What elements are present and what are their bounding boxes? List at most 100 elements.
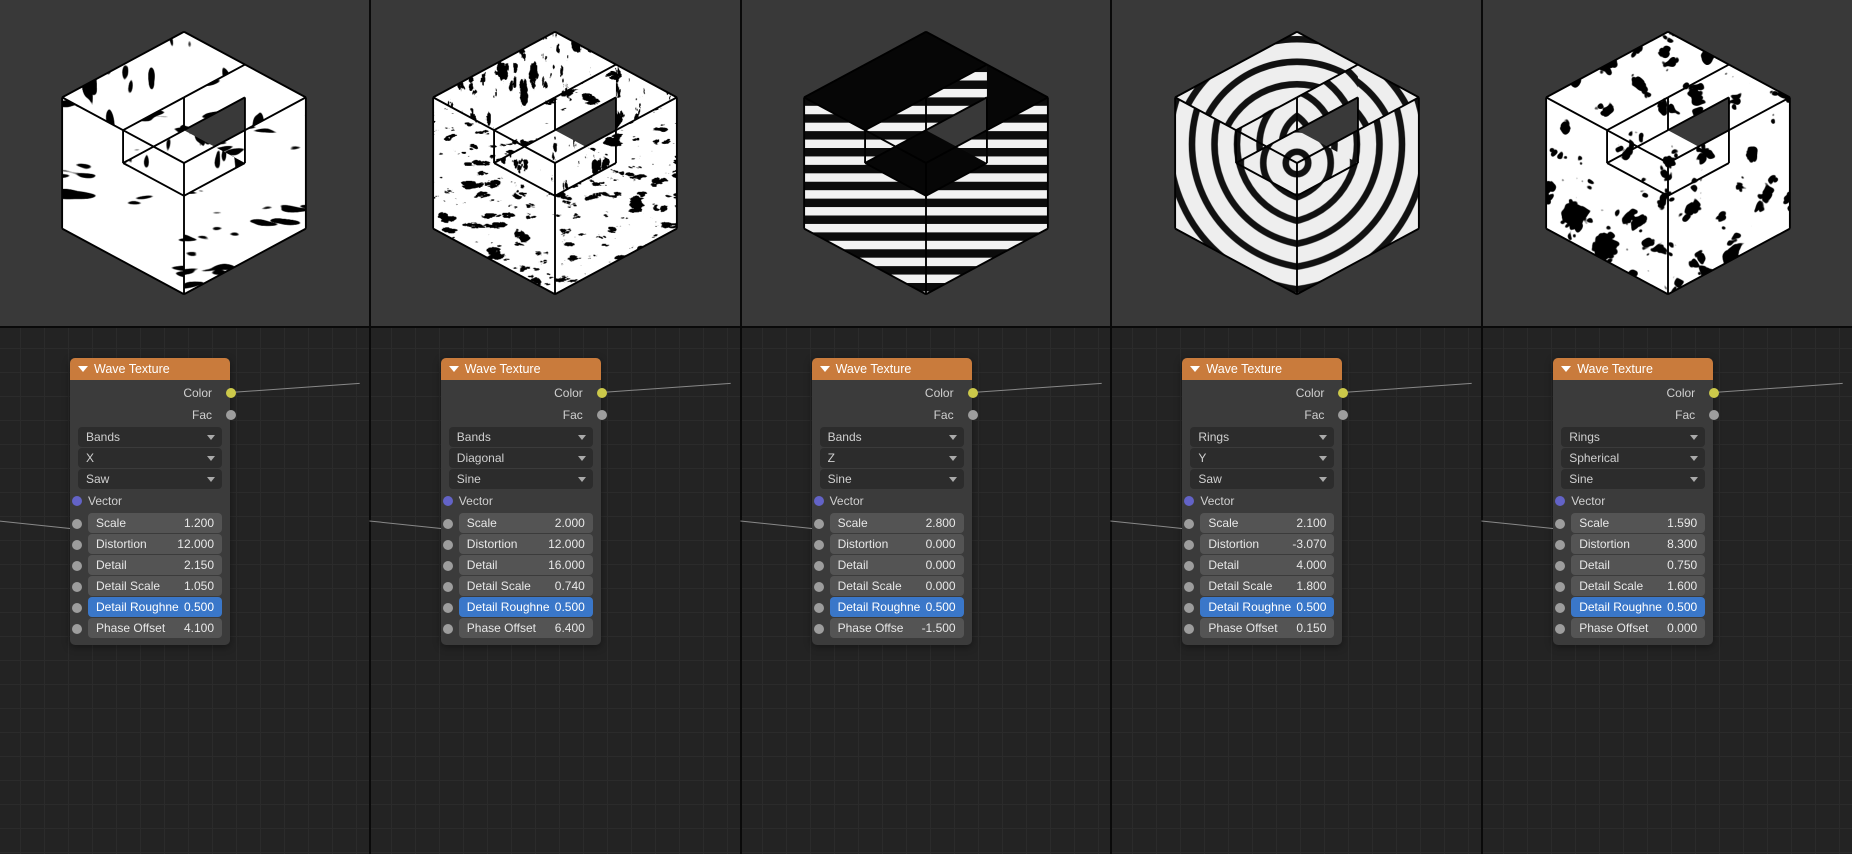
detail-roughness-field[interactable]: Detail Roughne 0.500	[88, 597, 222, 617]
detail-scale-field[interactable]: Detail Scale 0.740	[459, 576, 593, 596]
detail-field[interactable]: Detail 4.000	[1200, 555, 1334, 575]
phase-offset-field[interactable]: Phase Offset 0.150	[1200, 618, 1334, 638]
phase-offset-field[interactable]: Phase Offset 4.100	[88, 618, 222, 638]
output-fac[interactable]: Fac	[1553, 404, 1713, 426]
socket-detail-scale-icon[interactable]	[72, 582, 82, 592]
collapse-icon[interactable]	[1190, 366, 1200, 372]
socket-detail-icon[interactable]	[1184, 561, 1194, 571]
output-color[interactable]: Color	[1553, 382, 1713, 404]
vector-input[interactable]: Vector	[88, 490, 230, 512]
socket-fac-icon[interactable]	[968, 410, 978, 420]
socket-detail-scale-icon[interactable]	[1555, 582, 1565, 592]
node-editor[interactable]: Wave Texture Color Fac Bands Diagonal Si…	[371, 328, 740, 854]
socket-vector-icon[interactable]	[72, 496, 82, 506]
node-editor[interactable]: Wave Texture Color Fac Rings Spherical S…	[1483, 328, 1852, 854]
detail-field[interactable]: Detail 0.750	[1571, 555, 1705, 575]
node-header[interactable]: Wave Texture	[441, 358, 601, 380]
wave-type-select[interactable]: Rings	[1190, 427, 1334, 447]
wave-type-select[interactable]: Bands	[449, 427, 593, 447]
viewport-preview[interactable]	[371, 0, 740, 328]
output-fac[interactable]: Fac	[812, 404, 972, 426]
collapse-icon[interactable]	[820, 366, 830, 372]
wave-profile-select[interactable]: Saw	[78, 469, 222, 489]
wave-texture-node[interactable]: Wave Texture Color Fac Rings Y Saw V	[1182, 358, 1342, 645]
socket-color-icon[interactable]	[597, 388, 607, 398]
wave-direction-select[interactable]: Spherical	[1561, 448, 1705, 468]
detail-roughness-field[interactable]: Detail Roughne 0.500	[459, 597, 593, 617]
distortion-field[interactable]: Distortion 0.000	[830, 534, 964, 554]
socket-color-icon[interactable]	[968, 388, 978, 398]
detail-field[interactable]: Detail 2.150	[88, 555, 222, 575]
socket-phase-offset-icon[interactable]	[1555, 624, 1565, 634]
viewport-preview[interactable]	[742, 0, 1111, 328]
phase-offset-field[interactable]: Phase Offse -1.500	[830, 618, 964, 638]
node-editor[interactable]: Wave Texture Color Fac Bands Z Sine	[742, 328, 1111, 854]
distortion-field[interactable]: Distortion 8.300	[1571, 534, 1705, 554]
wave-type-select[interactable]: Rings	[1561, 427, 1705, 447]
wave-profile-select[interactable]: Sine	[449, 469, 593, 489]
socket-vector-icon[interactable]	[814, 496, 824, 506]
socket-vector-icon[interactable]	[443, 496, 453, 506]
collapse-icon[interactable]	[1561, 366, 1571, 372]
node-header[interactable]: Wave Texture	[812, 358, 972, 380]
socket-vector-icon[interactable]	[1555, 496, 1565, 506]
distortion-field[interactable]: Distortion 12.000	[459, 534, 593, 554]
collapse-icon[interactable]	[449, 366, 459, 372]
socket-phase-offset-icon[interactable]	[1184, 624, 1194, 634]
socket-scale-icon[interactable]	[72, 519, 82, 529]
wave-direction-select[interactable]: X	[78, 448, 222, 468]
wave-direction-select[interactable]: Z	[820, 448, 964, 468]
scale-field[interactable]: Scale 1.590	[1571, 513, 1705, 533]
socket-detail-icon[interactable]	[443, 561, 453, 571]
detail-roughness-field[interactable]: Detail Roughne 0.500	[1571, 597, 1705, 617]
vector-input[interactable]: Vector	[1571, 490, 1713, 512]
socket-color-icon[interactable]	[1338, 388, 1348, 398]
phase-offset-field[interactable]: Phase Offset 0.000	[1571, 618, 1705, 638]
output-fac[interactable]: Fac	[441, 404, 601, 426]
socket-detail-roughness-icon[interactable]	[814, 603, 824, 613]
wave-profile-select[interactable]: Saw	[1190, 469, 1334, 489]
scale-field[interactable]: Scale 2.000	[459, 513, 593, 533]
wave-type-select[interactable]: Bands	[78, 427, 222, 447]
socket-distortion-icon[interactable]	[814, 540, 824, 550]
viewport-preview[interactable]	[1112, 0, 1481, 328]
socket-detail-roughness-icon[interactable]	[1184, 603, 1194, 613]
node-editor[interactable]: Wave Texture Color Fac Bands X Saw V	[0, 328, 369, 854]
vector-input[interactable]: Vector	[459, 490, 601, 512]
detail-roughness-field[interactable]: Detail Roughne 0.500	[830, 597, 964, 617]
wave-type-select[interactable]: Bands	[820, 427, 964, 447]
socket-distortion-icon[interactable]	[1184, 540, 1194, 550]
wave-texture-node[interactable]: Wave Texture Color Fac Rings Spherical S…	[1553, 358, 1713, 645]
socket-scale-icon[interactable]	[1184, 519, 1194, 529]
viewport-preview[interactable]	[1483, 0, 1852, 328]
wave-texture-node[interactable]: Wave Texture Color Fac Bands Z Sine	[812, 358, 972, 645]
socket-color-icon[interactable]	[1709, 388, 1719, 398]
socket-detail-scale-icon[interactable]	[443, 582, 453, 592]
node-header[interactable]: Wave Texture	[1182, 358, 1342, 380]
socket-color-icon[interactable]	[226, 388, 236, 398]
collapse-icon[interactable]	[78, 366, 88, 372]
socket-fac-icon[interactable]	[597, 410, 607, 420]
output-color[interactable]: Color	[70, 382, 230, 404]
socket-phase-offset-icon[interactable]	[72, 624, 82, 634]
output-color[interactable]: Color	[1182, 382, 1342, 404]
socket-detail-roughness-icon[interactable]	[1555, 603, 1565, 613]
output-color[interactable]: Color	[812, 382, 972, 404]
viewport-preview[interactable]	[0, 0, 369, 328]
wave-texture-node[interactable]: Wave Texture Color Fac Bands Diagonal Si…	[441, 358, 601, 645]
vector-input[interactable]: Vector	[830, 490, 972, 512]
wave-texture-node[interactable]: Wave Texture Color Fac Bands X Saw V	[70, 358, 230, 645]
node-header[interactable]: Wave Texture	[70, 358, 230, 380]
node-header[interactable]: Wave Texture	[1553, 358, 1713, 380]
socket-scale-icon[interactable]	[1555, 519, 1565, 529]
output-fac[interactable]: Fac	[70, 404, 230, 426]
vector-input[interactable]: Vector	[1200, 490, 1342, 512]
wave-profile-select[interactable]: Sine	[1561, 469, 1705, 489]
socket-scale-icon[interactable]	[443, 519, 453, 529]
socket-vector-icon[interactable]	[1184, 496, 1194, 506]
socket-detail-roughness-icon[interactable]	[72, 603, 82, 613]
distortion-field[interactable]: Distortion -3.070	[1200, 534, 1334, 554]
scale-field[interactable]: Scale 2.100	[1200, 513, 1334, 533]
node-editor[interactable]: Wave Texture Color Fac Rings Y Saw V	[1112, 328, 1481, 854]
socket-distortion-icon[interactable]	[1555, 540, 1565, 550]
